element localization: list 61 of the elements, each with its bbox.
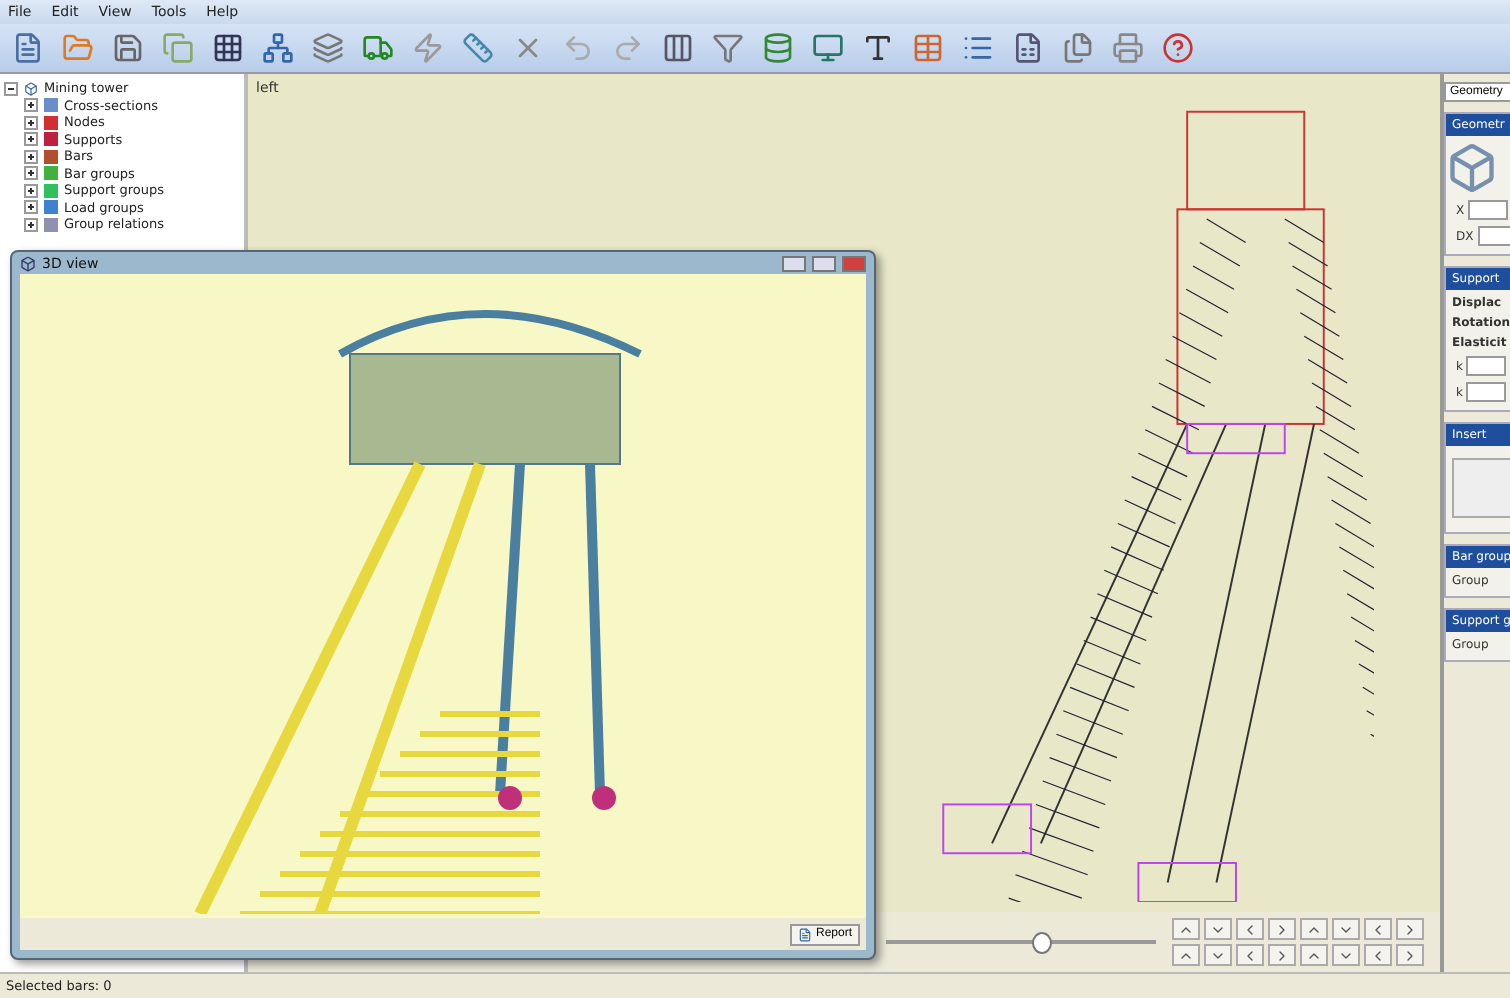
redo-icon (612, 32, 644, 64)
filter-icon (712, 32, 744, 64)
view-control-button[interactable] (1364, 944, 1392, 966)
layers-icon (312, 32, 344, 64)
text-icon (862, 32, 894, 64)
model-icon (24, 81, 38, 96)
save-icon (112, 32, 144, 64)
close-button[interactable] (842, 255, 866, 271)
minimize-button[interactable] (782, 255, 806, 271)
expand-icon[interactable] (24, 217, 38, 232)
document-icon (797, 927, 812, 941)
view-control-button[interactable] (1396, 944, 1424, 966)
list-icon (962, 32, 994, 64)
expand-icon[interactable] (24, 166, 38, 181)
monitor-icon (812, 32, 844, 64)
view-control-button[interactable] (1172, 918, 1200, 940)
collapse-icon[interactable] (4, 81, 18, 96)
view-control-button[interactable] (1396, 918, 1424, 940)
view-control-button[interactable] (1332, 944, 1360, 966)
files-icon (1062, 32, 1094, 64)
view-control-button[interactable] (1268, 918, 1296, 940)
window-icon (20, 255, 36, 271)
view-control-button[interactable] (1204, 918, 1232, 940)
view-control-button[interactable] (1236, 944, 1264, 966)
view-control-button[interactable] (1172, 944, 1200, 966)
sheet-icon (1012, 32, 1044, 64)
maximize-button[interactable] (812, 255, 836, 271)
expand-icon[interactable] (24, 149, 38, 164)
input-field[interactable] (1477, 226, 1510, 246)
cube-icon (1446, 142, 1498, 194)
input-field[interactable] (1466, 382, 1507, 402)
view-control-button[interactable] (1300, 944, 1328, 966)
slider-thumb[interactable] (1032, 931, 1053, 953)
expand-icon[interactable] (24, 98, 38, 113)
expand-icon[interactable] (24, 200, 38, 215)
view-control-button[interactable] (1300, 918, 1328, 940)
printer-icon (1112, 32, 1144, 64)
lightning-icon (412, 32, 444, 64)
view-control-button[interactable] (1364, 918, 1392, 940)
view-control-button[interactable] (1204, 944, 1232, 966)
view-control-button[interactable] (1268, 944, 1296, 966)
grid-icon (212, 32, 244, 64)
expand-icon[interactable] (24, 132, 38, 147)
view-control-button[interactable] (1236, 918, 1264, 940)
copy-icon (162, 32, 194, 64)
document-icon (12, 32, 44, 64)
database-icon (762, 32, 794, 64)
expand-icon[interactable] (24, 115, 38, 130)
help-icon (1162, 32, 1194, 64)
input-field[interactable] (1468, 200, 1509, 220)
view-control-button[interactable] (1332, 918, 1360, 940)
columns-icon (662, 32, 694, 64)
truck-icon (362, 32, 394, 64)
expand-icon[interactable] (24, 183, 38, 198)
input-field[interactable] (1466, 356, 1507, 376)
nodes-icon (262, 32, 294, 64)
undo-icon (562, 32, 594, 64)
table-icon (912, 32, 944, 64)
ruler-icon (462, 32, 494, 64)
folder-icon (62, 32, 94, 64)
insert-button[interactable] (1452, 458, 1510, 518)
